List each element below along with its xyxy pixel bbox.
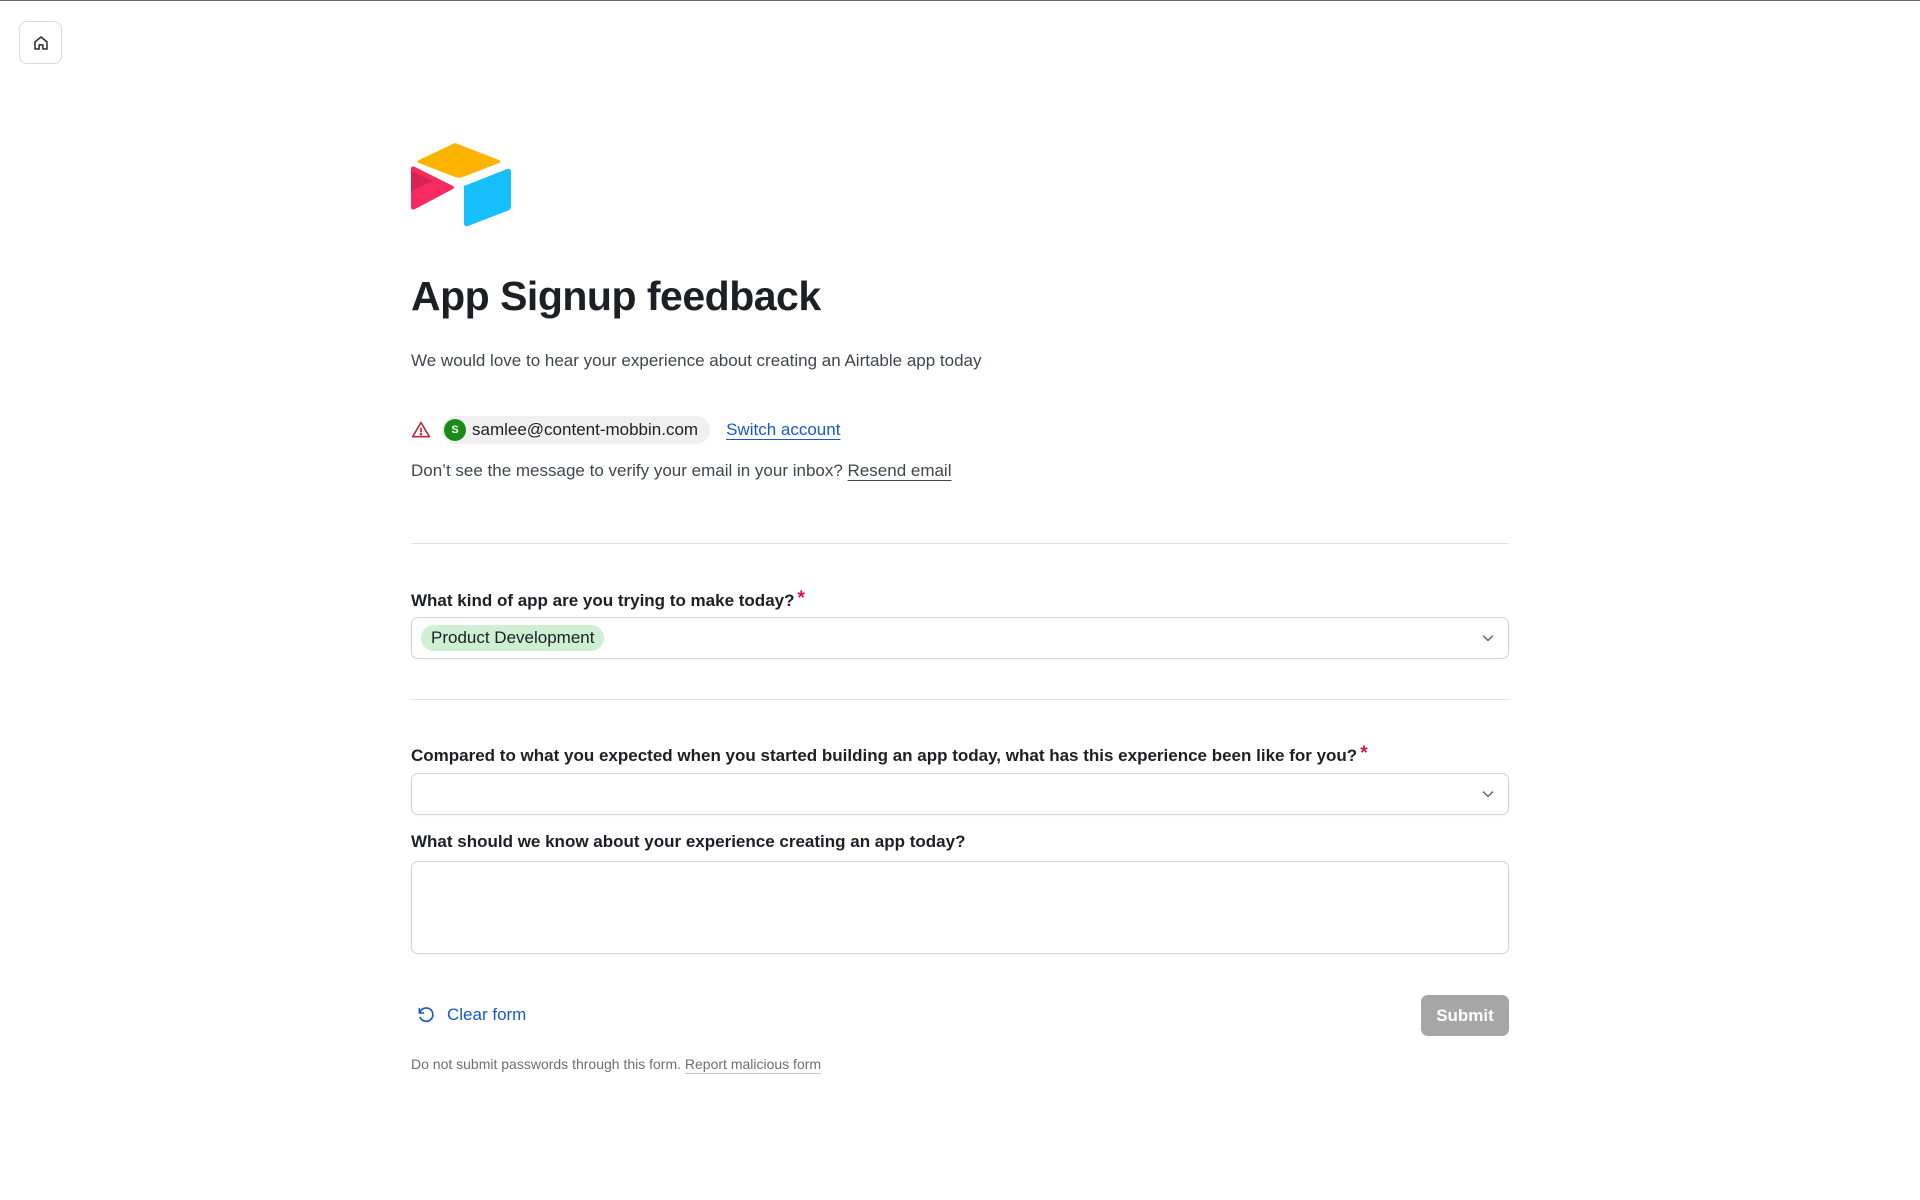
divider [411,543,1509,544]
clear-form-label: Clear form [447,1005,527,1024]
required-marker: * [1360,743,1368,764]
form-title: App Signup feedback [411,273,821,319]
chevron-down-icon [1480,786,1496,802]
airtable-logo [411,141,511,227]
account-chip: S samlee@content-mobbin.com [442,416,711,444]
resend-email-link[interactable]: Resend email [848,461,952,480]
report-malicious-form-link[interactable]: Report malicious form [685,1056,821,1072]
clear-form-button[interactable]: Clear form [416,1003,526,1027]
question-app-kind-label: What kind of app are you trying to make … [411,588,805,611]
password-warning-text: Do not submit passwords through this for… [411,1056,685,1072]
verify-email-notice: Don’t see the message to verify your ema… [411,461,952,481]
home-icon [32,34,50,52]
expectation-select[interactable] [411,773,1509,815]
account-row: S samlee@content-mobbin.com Switch accou… [411,416,840,444]
verify-email-text: Don’t see the message to verify your ema… [411,461,848,480]
selected-option-pill: Product Development [421,625,605,651]
switch-account-link[interactable]: Switch account [726,420,840,440]
app-kind-select[interactable]: Product Development [411,617,1509,659]
question-text: Compared to what you expected when you s… [411,746,1358,765]
question-text: What should we know about your experienc… [411,832,966,851]
experience-textarea[interactable] [411,861,1509,954]
submit-button[interactable]: Submit [1421,995,1509,1036]
account-email: samlee@content-mobbin.com [472,420,699,439]
question-expectation-label: Compared to what you expected when you s… [411,743,1368,766]
footer-note: Do not submit passwords through this for… [411,1056,821,1072]
chevron-down-icon [1480,630,1496,646]
avatar: S [444,419,466,441]
form-description: We would love to hear your experience ab… [411,351,982,370]
warning-triangle-icon [411,420,431,440]
question-experience-label: What should we know about your experienc… [411,832,965,852]
home-button[interactable] [19,21,62,64]
required-marker: * [797,588,805,609]
question-text: What kind of app are you trying to make … [411,591,795,610]
divider [411,699,1509,700]
undo-icon [416,1005,436,1025]
